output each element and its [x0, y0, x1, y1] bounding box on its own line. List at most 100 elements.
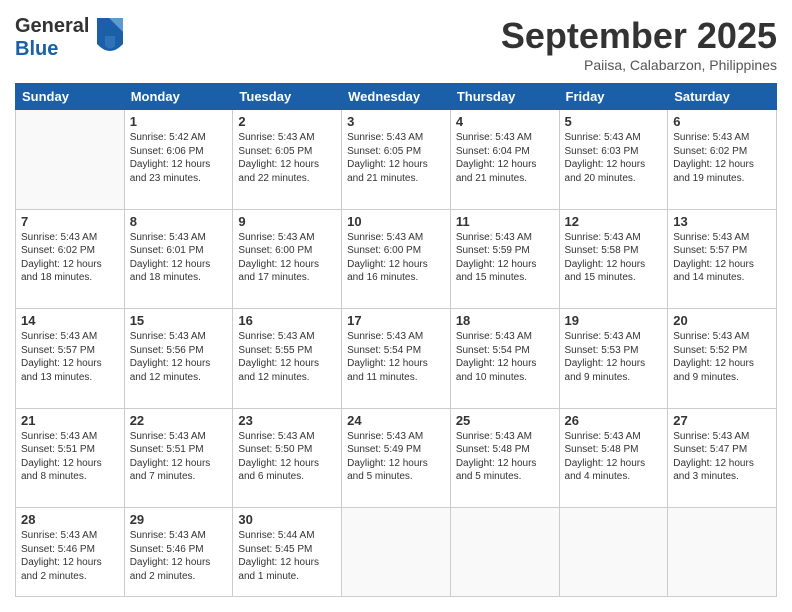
calendar-cell: 13Sunrise: 5:43 AM Sunset: 5:57 PM Dayli…: [668, 209, 777, 309]
cell-content: Sunrise: 5:43 AM Sunset: 5:48 PM Dayligh…: [456, 430, 554, 484]
cell-content: Sunrise: 5:43 AM Sunset: 6:02 PM Dayligh…: [673, 131, 771, 185]
cell-content: Sunrise: 5:43 AM Sunset: 6:02 PM Dayligh…: [21, 231, 119, 285]
calendar-cell: [342, 508, 451, 597]
cell-content: Sunrise: 5:43 AM Sunset: 5:57 PM Dayligh…: [21, 330, 119, 384]
day-number: 6: [673, 114, 771, 129]
calendar-table: SundayMondayTuesdayWednesdayThursdayFrid…: [15, 83, 777, 597]
calendar-cell: 9Sunrise: 5:43 AM Sunset: 6:00 PM Daylig…: [233, 209, 342, 309]
calendar-cell: 10 Sunrise: 5:43 AM Sunset: 6:00 PM Dayli…: [342, 209, 451, 309]
day-number: 12: [565, 214, 663, 229]
cell-content: Sunrise: 5:43 AM Sunset: 6:03 PM Dayligh…: [565, 131, 663, 185]
page: General Blue September 2025 Paiisa, Cala…: [0, 0, 792, 612]
weekday-header-monday: Monday: [124, 84, 233, 110]
day-number: 13: [673, 214, 771, 229]
title-block: September 2025 Paiisa, Calabarzon, Phili…: [501, 15, 777, 73]
cell-content: Sunrise: 5:43 AM Sunset: 5:52 PM Dayligh…: [673, 330, 771, 384]
calendar-cell: 6 Sunrise: 5:43 AM Sunset: 6:02 PM Daylig…: [668, 110, 777, 210]
logo-blue: Blue: [15, 38, 89, 61]
cell-content: Sunrise: 5:43 AM Sunset: 6:05 PM Dayligh…: [238, 131, 336, 185]
calendar-cell: 28 Sunrise: 5:43 AM Sunset: 5:46 PM Dayli…: [16, 508, 125, 597]
calendar-cell: 27 Sunrise: 5:43 AM Sunset: 5:47 PM Dayli…: [668, 408, 777, 508]
day-number: 1: [130, 114, 228, 129]
day-number: 30: [238, 512, 336, 527]
logo-words: General Blue: [15, 15, 89, 61]
calendar-week-4: 21 Sunrise: 5:43 AM Sunset: 5:51 PM Dayli…: [16, 408, 777, 508]
calendar-cell: 25 Sunrise: 5:43 AM Sunset: 5:48 PM Dayli…: [450, 408, 559, 508]
cell-content: Sunrise: 5:43 AM Sunset: 5:50 PM Dayligh…: [238, 430, 336, 484]
day-number: 21: [21, 413, 119, 428]
calendar-cell: [668, 508, 777, 597]
cell-content: Sunrise: 5:43 AM Sunset: 5:46 PM Dayligh…: [21, 529, 119, 583]
day-number: 17: [347, 313, 445, 328]
calendar-cell: 4 Sunrise: 5:43 AM Sunset: 6:04 PM Daylig…: [450, 110, 559, 210]
calendar-cell: 7 Sunrise: 5:43 AM Sunset: 6:02 PM Daylig…: [16, 209, 125, 309]
day-number: 28: [21, 512, 119, 527]
cell-content: Sunrise: 5:43 AM Sunset: 5:51 PM Dayligh…: [21, 430, 119, 484]
calendar-cell: 1 Sunrise: 5:42 AM Sunset: 6:06 PM Daylig…: [124, 110, 233, 210]
cell-content: Sunrise: 5:43 AM Sunset: 5:47 PM Dayligh…: [673, 430, 771, 484]
day-number: 11: [456, 214, 554, 229]
calendar-week-1: 1 Sunrise: 5:42 AM Sunset: 6:06 PM Daylig…: [16, 110, 777, 210]
calendar-cell: 16 Sunrise: 5:43 AM Sunset: 5:55 PM Dayli…: [233, 309, 342, 409]
weekday-header-saturday: Saturday: [668, 84, 777, 110]
logo-general: General: [15, 15, 89, 38]
calendar-cell: 29 Sunrise: 5:43 AM Sunset: 5:46 PM Dayli…: [124, 508, 233, 597]
day-number: 5: [565, 114, 663, 129]
calendar-cell: 22Sunrise: 5:43 AM Sunset: 5:51 PM Dayli…: [124, 408, 233, 508]
cell-content: Sunrise: 5:44 AM Sunset: 5:45 PM Dayligh…: [238, 529, 336, 583]
cell-content: Sunrise: 5:43 AM Sunset: 5:59 PM Dayligh…: [456, 231, 554, 285]
calendar-cell: [16, 110, 125, 210]
header: General Blue September 2025 Paiisa, Cala…: [15, 15, 777, 73]
cell-content: Sunrise: 5:43 AM Sunset: 5:48 PM Dayligh…: [565, 430, 663, 484]
day-number: 20: [673, 313, 771, 328]
calendar-cell: 21 Sunrise: 5:43 AM Sunset: 5:51 PM Dayli…: [16, 408, 125, 508]
weekday-header-thursday: Thursday: [450, 84, 559, 110]
day-number: 29: [130, 512, 228, 527]
cell-content: Sunrise: 5:43 AM Sunset: 5:55 PM Dayligh…: [238, 330, 336, 384]
month-title: September 2025: [501, 15, 777, 57]
cell-content: Sunrise: 5:43 AM Sunset: 5:58 PM Dayligh…: [565, 231, 663, 285]
cell-content: Sunrise: 5:43 AM Sunset: 5:56 PM Dayligh…: [130, 330, 228, 384]
calendar-cell: 20 Sunrise: 5:43 AM Sunset: 5:52 PM Dayli…: [668, 309, 777, 409]
day-number: 4: [456, 114, 554, 129]
cell-content: Sunrise: 5:43 AM Sunset: 5:54 PM Dayligh…: [456, 330, 554, 384]
cell-content: Sunrise: 5:43 AM Sunset: 5:54 PM Dayligh…: [347, 330, 445, 384]
day-number: 7: [21, 214, 119, 229]
cell-content: Sunrise: 5:43 AM Sunset: 5:46 PM Dayligh…: [130, 529, 228, 583]
weekday-header-friday: Friday: [559, 84, 668, 110]
cell-content: Sunrise: 5:43 AM Sunset: 6:05 PM Dayligh…: [347, 131, 445, 185]
day-number: 16: [238, 313, 336, 328]
calendar-cell: 12 Sunrise: 5:43 AM Sunset: 5:58 PM Dayli…: [559, 209, 668, 309]
day-number: 2: [238, 114, 336, 129]
cell-content: Sunrise: 5:43 AM Sunset: 5:51 PM Dayligh…: [130, 430, 228, 484]
day-number: 26: [565, 413, 663, 428]
day-number: 9: [238, 214, 336, 229]
cell-content: Sunrise: 5:43 AM Sunset: 5:49 PM Dayligh…: [347, 430, 445, 484]
calendar-cell: 18Sunrise: 5:43 AM Sunset: 5:54 PM Dayli…: [450, 309, 559, 409]
calendar-cell: 5 Sunrise: 5:43 AM Sunset: 6:03 PM Daylig…: [559, 110, 668, 210]
calendar-cell: 8 Sunrise: 5:43 AM Sunset: 6:01 PM Daylig…: [124, 209, 233, 309]
day-number: 10: [347, 214, 445, 229]
day-number: 24: [347, 413, 445, 428]
weekday-header-sunday: Sunday: [16, 84, 125, 110]
cell-content: Sunrise: 5:43 AM Sunset: 6:00 PM Dayligh…: [347, 231, 445, 285]
cell-content: Sunrise: 5:42 AM Sunset: 6:06 PM Dayligh…: [130, 131, 228, 185]
calendar-cell: 23Sunrise: 5:43 AM Sunset: 5:50 PM Dayli…: [233, 408, 342, 508]
calendar-cell: 19Sunrise: 5:43 AM Sunset: 5:53 PM Dayli…: [559, 309, 668, 409]
day-number: 25: [456, 413, 554, 428]
cell-content: Sunrise: 5:43 AM Sunset: 6:01 PM Dayligh…: [130, 231, 228, 285]
calendar-week-3: 14Sunrise: 5:43 AM Sunset: 5:57 PM Dayli…: [16, 309, 777, 409]
logo-arrow-icon: [95, 16, 125, 60]
day-number: 27: [673, 413, 771, 428]
cell-content: Sunrise: 5:43 AM Sunset: 6:04 PM Dayligh…: [456, 131, 554, 185]
calendar-week-5: 28 Sunrise: 5:43 AM Sunset: 5:46 PM Dayli…: [16, 508, 777, 597]
calendar-cell: 17 Sunrise: 5:43 AM Sunset: 5:54 PM Dayli…: [342, 309, 451, 409]
day-number: 3: [347, 114, 445, 129]
location: Paiisa, Calabarzon, Philippines: [501, 57, 777, 73]
calendar-cell: [559, 508, 668, 597]
weekday-header-row: SundayMondayTuesdayWednesdayThursdayFrid…: [16, 84, 777, 110]
cell-content: Sunrise: 5:43 AM Sunset: 5:53 PM Dayligh…: [565, 330, 663, 384]
calendar-cell: 3 Sunrise: 5:43 AM Sunset: 6:05 PM Daylig…: [342, 110, 451, 210]
calendar-cell: 24 Sunrise: 5:43 AM Sunset: 5:49 PM Dayli…: [342, 408, 451, 508]
day-number: 8: [130, 214, 228, 229]
